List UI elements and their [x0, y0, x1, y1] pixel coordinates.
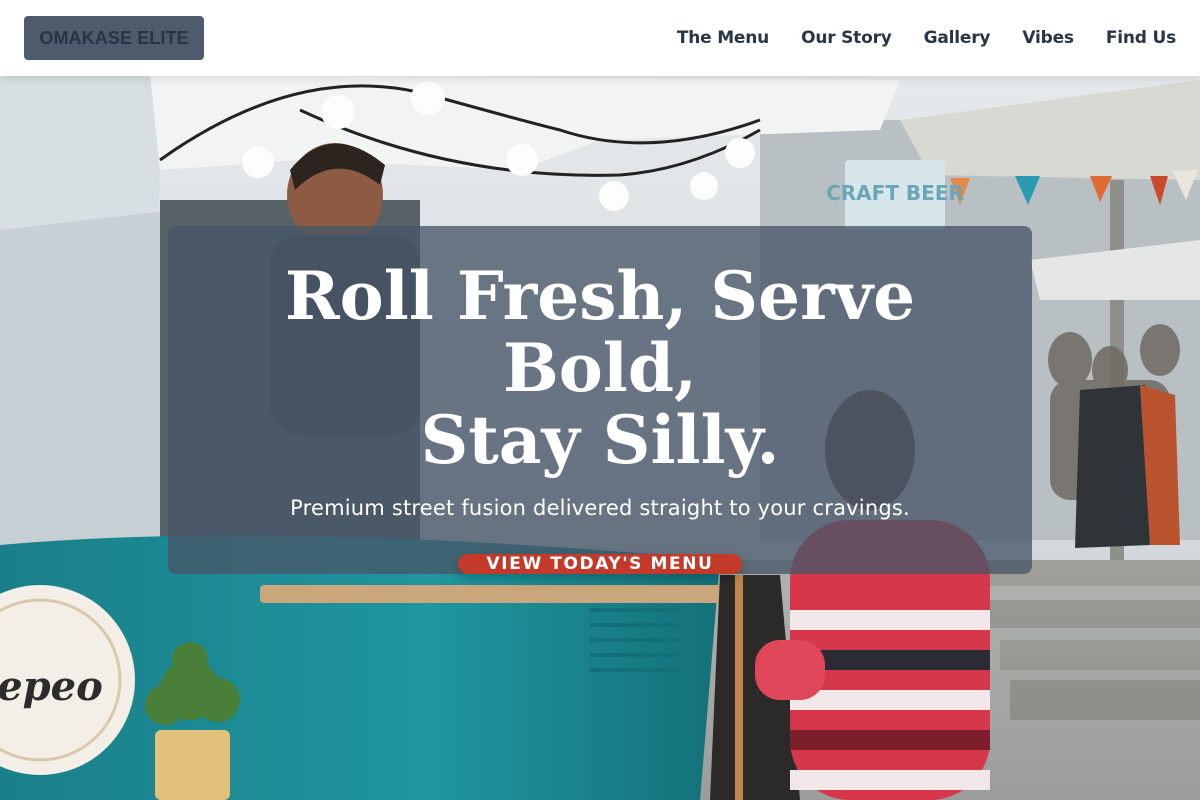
hero-title-line-2: Stay Silly.	[420, 401, 780, 479]
truck-logo-text: epeo	[0, 663, 103, 710]
nav-link-find-us[interactable]: Find Us	[1106, 28, 1176, 48]
view-menu-button[interactable]: VIEW TODAY'S MENU	[458, 554, 742, 574]
main-nav: The Menu Our Story Gallery Vibes Find Us	[677, 28, 1176, 48]
nav-link-our-story[interactable]: Our Story	[801, 28, 892, 48]
nav-link-vibes[interactable]: Vibes	[1022, 28, 1074, 48]
banner-sign-text: CRAFT BEER	[826, 181, 964, 205]
nav-link-gallery[interactable]: Gallery	[924, 28, 991, 48]
hero-title-line-1: Roll Fresh, Serve Bold,	[284, 257, 916, 407]
hero-card: Roll Fresh, Serve Bold, Stay Silly. Prem…	[168, 226, 1032, 574]
nav-link-the-menu[interactable]: The Menu	[677, 28, 769, 48]
site-header: OMAKASE ELITE The Menu Our Story Gallery…	[0, 0, 1200, 76]
hero-title: Roll Fresh, Serve Bold, Stay Silly.	[190, 260, 1010, 476]
brand-logo[interactable]: OMAKASE ELITE	[24, 16, 204, 60]
hero-subtitle: Premium street fusion delivered straight…	[290, 496, 910, 520]
